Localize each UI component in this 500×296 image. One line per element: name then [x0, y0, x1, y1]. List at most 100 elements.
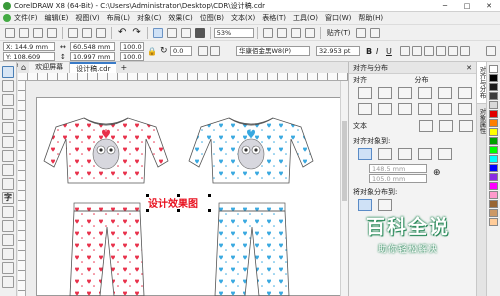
snap-to-button[interactable]: 贴齐(T): [327, 28, 351, 38]
text-align-icon[interactable]: [400, 46, 410, 56]
maximize-button[interactable]: □: [456, 2, 478, 10]
transparency-tool-icon[interactable]: [2, 248, 14, 260]
cut-icon[interactable]: [68, 27, 78, 38]
parallel-dimension-tool-icon[interactable]: [2, 206, 14, 218]
horizontal-text-icon[interactable]: [448, 46, 458, 56]
publish-pdf-icon[interactable]: [194, 27, 205, 38]
color-swatch[interactable]: [489, 191, 498, 199]
color-swatch[interactable]: [489, 164, 498, 172]
canvas-area[interactable]: 设计效果图: [26, 81, 348, 296]
ellipse-tool-icon[interactable]: [2, 164, 14, 176]
align-top-icon[interactable]: [358, 103, 372, 115]
color-swatch[interactable]: [489, 74, 498, 82]
drop-shadow-tool-icon[interactable]: [2, 234, 14, 246]
guidelines-icon[interactable]: [304, 27, 315, 38]
scale-height-field[interactable]: 100.0: [120, 52, 144, 61]
width-field[interactable]: 60.548 mm: [70, 42, 115, 51]
eyedropper-tool-icon[interactable]: [2, 262, 14, 274]
character-format-icon[interactable]: [424, 46, 434, 56]
minimize-button[interactable]: ─: [434, 2, 456, 10]
align-active-objects-icon[interactable]: [358, 148, 372, 160]
color-swatch[interactable]: [489, 182, 498, 190]
align-center-h-icon[interactable]: [378, 87, 392, 99]
grid-icon[interactable]: [290, 27, 301, 38]
menu-tools[interactable]: 工具(O): [293, 13, 318, 23]
menu-view[interactable]: 视图(V): [75, 13, 99, 23]
y-position-field[interactable]: Y: 108.609 mm: [3, 52, 55, 69]
full-screen-icon[interactable]: [262, 27, 273, 38]
distribute-middle-icon[interactable]: [438, 103, 452, 115]
zoom-tool-icon[interactable]: [2, 108, 14, 120]
freehand-tool-icon[interactable]: [2, 122, 14, 134]
lock-ratio-icon[interactable]: 🔒: [147, 47, 157, 56]
align-page-edge-icon[interactable]: [378, 148, 392, 160]
quick-customize-icon[interactable]: [486, 46, 496, 56]
color-swatch[interactable]: [489, 65, 498, 73]
open-icon[interactable]: [19, 27, 29, 38]
color-swatch[interactable]: [489, 92, 498, 100]
vertical-ruler[interactable]: [18, 81, 26, 296]
text-last-line-icon[interactable]: [439, 120, 453, 132]
menu-layout[interactable]: 布局(L): [107, 13, 130, 23]
align-page-center-icon[interactable]: [398, 148, 412, 160]
menu-table[interactable]: 表格(T): [262, 13, 286, 23]
color-swatch[interactable]: [489, 218, 498, 226]
color-swatch[interactable]: [489, 83, 498, 91]
mirror-vertical-icon[interactable]: [210, 46, 220, 56]
align-center-v-icon[interactable]: [378, 103, 392, 115]
pick-tool-icon[interactable]: [2, 66, 14, 78]
search-content-icon[interactable]: [152, 27, 163, 38]
menu-object[interactable]: 对象(C): [137, 13, 161, 23]
crop-tool-icon[interactable]: [2, 94, 14, 106]
bullet-list-icon[interactable]: [412, 46, 422, 56]
artistic-media-tool-icon[interactable]: [2, 136, 14, 148]
color-swatch[interactable]: [489, 137, 498, 145]
edit-text-icon[interactable]: [436, 46, 446, 56]
menu-file[interactable]: 文件(F): [14, 13, 38, 23]
design-label-text[interactable]: 设计效果图: [148, 195, 198, 210]
color-swatch[interactable]: [489, 209, 498, 217]
rulers-icon[interactable]: [276, 27, 287, 38]
zoom-level-select[interactable]: 53%: [213, 27, 254, 38]
color-swatch[interactable]: [489, 128, 498, 136]
rectangle-tool-icon[interactable]: [2, 150, 14, 162]
rotation-angle-field[interactable]: 0.0: [170, 46, 192, 56]
export-icon[interactable]: [180, 27, 191, 38]
menu-window[interactable]: 窗口(W): [325, 13, 351, 23]
connector-tool-icon[interactable]: [2, 220, 14, 232]
tab-document[interactable]: 设计稿.cdr: [70, 62, 117, 73]
shape-tool-icon[interactable]: [2, 80, 14, 92]
tab-welcome-screen[interactable]: 欢迎屏幕: [29, 62, 71, 73]
close-button[interactable]: ✕: [478, 2, 500, 10]
color-swatch[interactable]: [489, 146, 498, 154]
polygon-tool-icon[interactable]: [2, 178, 14, 190]
italic-button[interactable]: I: [376, 47, 378, 56]
color-swatch[interactable]: [489, 200, 498, 208]
color-swatch[interactable]: [489, 119, 498, 127]
text-tool-icon[interactable]: 字: [2, 192, 14, 204]
horizontal-ruler[interactable]: [18, 73, 348, 81]
distribute-right-icon[interactable]: [458, 87, 472, 99]
color-swatch[interactable]: [489, 110, 498, 118]
copy-icon[interactable]: [82, 27, 92, 38]
font-size-select[interactable]: 32.953 pt: [316, 46, 360, 56]
menu-help[interactable]: 帮助(H): [358, 13, 383, 23]
interactive-fill-tool-icon[interactable]: [2, 276, 14, 288]
scrollbar-thumb[interactable]: [342, 121, 347, 201]
align-left-icon[interactable]: [358, 87, 372, 99]
save-icon[interactable]: [33, 27, 43, 38]
color-swatch[interactable]: [489, 155, 498, 163]
align-grid-icon[interactable]: [418, 148, 432, 160]
menu-text[interactable]: 文本(X): [231, 13, 255, 23]
align-specified-point-icon[interactable]: [438, 148, 452, 160]
print-icon[interactable]: [47, 27, 57, 38]
launch-icon[interactable]: [369, 27, 380, 38]
distribute-page-icon[interactable]: [378, 199, 392, 211]
vertical-text-icon[interactable]: [460, 46, 470, 56]
home-icon[interactable]: ⌂: [21, 63, 26, 72]
color-swatch[interactable]: [489, 101, 498, 109]
align-right-icon[interactable]: [398, 87, 412, 99]
align-bottom-icon[interactable]: [398, 103, 412, 115]
menu-bitmaps[interactable]: 位图(B): [200, 13, 224, 23]
distribute-selection-icon[interactable]: [358, 199, 372, 211]
